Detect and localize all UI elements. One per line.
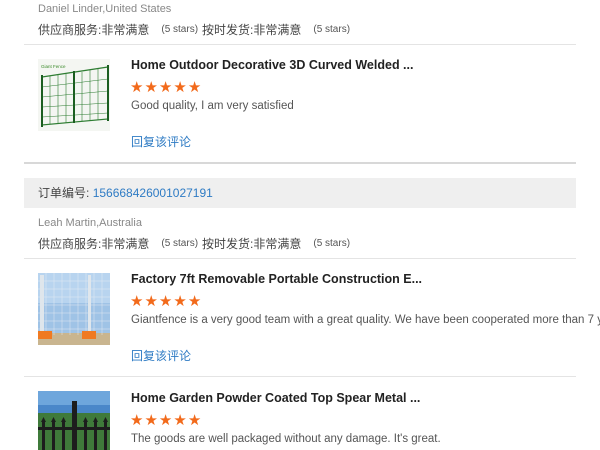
rating-summary: 供应商服务: 非常满意 (5 stars) 按时发货: 非常满意 (5 star… xyxy=(38,21,350,38)
supplier-service-stars: (5 stars) xyxy=(161,238,199,249)
spear-fence-image xyxy=(38,391,110,450)
star-icon: ★ xyxy=(173,78,187,96)
star-icon: ★ xyxy=(158,292,173,310)
on-time-delivery-stars: (5 stars) xyxy=(313,238,351,249)
star-rating: ★ ★ ★ ★ ★ xyxy=(130,413,201,428)
order-number-bar: 订单编号: 156668426001027191 xyxy=(24,178,576,208)
order-number-label: 订单编号: xyxy=(38,186,90,200)
order-number-link[interactable]: 156668426001027191 xyxy=(93,186,213,200)
product-title[interactable]: Factory 7ft Removable Portable Construct… xyxy=(131,272,422,286)
divider xyxy=(24,162,576,164)
divider xyxy=(24,258,576,259)
product-thumbnail[interactable] xyxy=(38,391,110,450)
supplier-service-value: 非常满意 xyxy=(101,23,150,37)
product-title[interactable]: Home Outdoor Decorative 3D Curved Welded… xyxy=(131,58,413,72)
star-icon: ★ xyxy=(173,292,187,310)
star-icon: ★ xyxy=(158,411,173,429)
product-thumbnail[interactable] xyxy=(38,273,110,345)
fence-image: Giant Fence xyxy=(38,59,110,131)
supplier-service-value: 非常满意 xyxy=(101,237,150,251)
divider xyxy=(24,376,576,377)
reply-link[interactable]: 回复该评论 xyxy=(131,133,191,150)
star-icon: ★ xyxy=(158,78,173,96)
star-icon: ★ xyxy=(173,411,187,429)
review-comment: Good quality, I am very satisfied xyxy=(131,100,294,112)
reviewer-name: Daniel Linder,United States xyxy=(38,3,172,15)
on-time-delivery-stars: (5 stars) xyxy=(313,24,351,35)
thumb-caption: Giant Fence xyxy=(41,64,66,69)
star-icon: ★ xyxy=(187,411,202,429)
product-thumbnail[interactable]: Giant Fence xyxy=(38,59,110,131)
star-icon: ★ xyxy=(130,411,144,429)
supplier-service-stars: (5 stars) xyxy=(161,24,199,35)
star-icon: ★ xyxy=(144,411,158,429)
supplier-service-label: 供应商服务: xyxy=(38,237,102,251)
star-icon: ★ xyxy=(130,78,144,96)
on-time-delivery-value: 非常满意 xyxy=(253,237,302,251)
star-icon: ★ xyxy=(187,78,202,96)
reply-link[interactable]: 回复该评论 xyxy=(131,347,191,364)
star-rating: ★ ★ ★ ★ ★ xyxy=(130,294,201,309)
construction-fence-image xyxy=(38,273,110,345)
star-icon: ★ xyxy=(144,292,158,310)
supplier-service-label: 供应商服务: xyxy=(38,23,102,37)
star-icon: ★ xyxy=(130,292,144,310)
star-icon: ★ xyxy=(144,78,158,96)
on-time-delivery-label: 按时发货: xyxy=(202,237,254,251)
review-comment: Giantfence is a very good team with a gr… xyxy=(131,314,600,326)
star-rating: ★ ★ ★ ★ ★ xyxy=(130,80,201,95)
product-title[interactable]: Home Garden Powder Coated Top Spear Meta… xyxy=(131,391,420,405)
reviewer-name: Leah Martin,Australia xyxy=(38,217,142,229)
rating-summary: 供应商服务: 非常满意 (5 stars) 按时发货: 非常满意 (5 star… xyxy=(38,235,350,252)
review-comment: The goods are well packaged without any … xyxy=(131,433,441,445)
on-time-delivery-value: 非常满意 xyxy=(253,23,302,37)
divider xyxy=(24,44,576,45)
on-time-delivery-label: 按时发货: xyxy=(202,23,254,37)
star-icon: ★ xyxy=(187,292,202,310)
